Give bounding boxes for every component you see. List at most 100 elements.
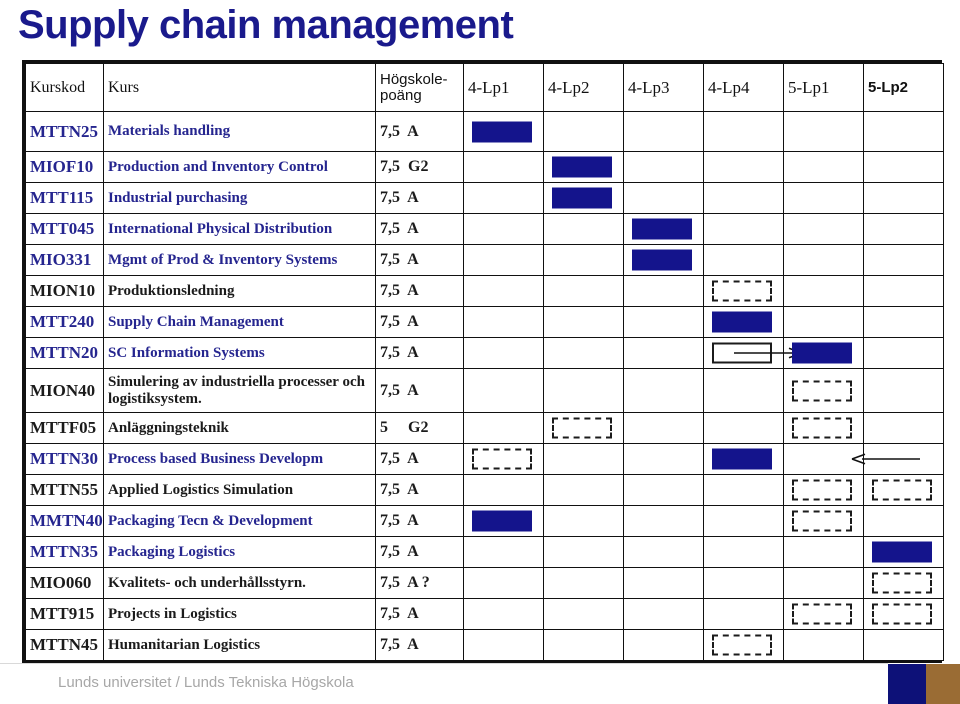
cell-period-slot[interactable] <box>463 567 544 599</box>
cell-period-slot[interactable] <box>623 337 704 369</box>
cell-period-slot[interactable] <box>623 306 704 338</box>
cell-period-slot[interactable] <box>463 443 544 475</box>
cell-period-slot[interactable] <box>623 629 704 661</box>
cell-period-slot[interactable] <box>543 368 624 413</box>
cell-period-slot[interactable] <box>703 412 784 444</box>
cell-period-slot[interactable] <box>863 337 944 369</box>
cell-period-slot[interactable] <box>863 244 944 276</box>
cell-period-slot[interactable] <box>543 213 624 245</box>
cell-period-slot[interactable] <box>543 182 624 214</box>
cell-period-slot[interactable] <box>703 474 784 506</box>
cell-period-slot[interactable] <box>543 536 624 568</box>
cell-period-slot[interactable] <box>543 275 624 307</box>
cell-period-slot[interactable] <box>703 182 784 214</box>
cell-period-slot[interactable] <box>863 474 944 506</box>
cell-period-slot[interactable] <box>863 306 944 338</box>
cell-period-slot[interactable] <box>623 182 704 214</box>
cell-period-slot[interactable] <box>783 474 864 506</box>
cell-period-slot[interactable] <box>543 505 624 537</box>
cell-period-slot[interactable] <box>623 151 704 183</box>
cell-period-slot[interactable] <box>463 182 544 214</box>
cell-period-slot[interactable] <box>703 368 784 413</box>
cell-period-slot[interactable] <box>623 111 704 152</box>
cell-period-slot[interactable] <box>783 412 864 444</box>
cell-period-slot[interactable] <box>703 443 784 475</box>
cell-period-slot[interactable] <box>783 505 864 537</box>
cell-period-slot[interactable] <box>623 567 704 599</box>
cell-period-slot[interactable] <box>623 368 704 413</box>
cell-period-slot[interactable] <box>783 111 864 152</box>
cell-period-slot[interactable] <box>543 598 624 630</box>
cell-period-slot[interactable] <box>463 244 544 276</box>
cell-period-slot[interactable] <box>463 412 544 444</box>
cell-period-slot[interactable] <box>783 244 864 276</box>
cell-period-slot[interactable] <box>463 368 544 413</box>
cell-period-slot[interactable] <box>863 151 944 183</box>
cell-period-slot[interactable] <box>703 244 784 276</box>
cell-period-slot[interactable] <box>623 598 704 630</box>
cell-period-slot[interactable] <box>863 182 944 214</box>
cell-period-slot[interactable] <box>463 337 544 369</box>
cell-period-slot[interactable] <box>863 629 944 661</box>
cell-period-slot[interactable] <box>463 151 544 183</box>
cell-period-slot[interactable] <box>863 567 944 599</box>
cell-period-slot[interactable] <box>783 213 864 245</box>
cell-period-slot[interactable] <box>783 151 864 183</box>
cell-period-slot[interactable] <box>463 213 544 245</box>
cell-period-slot[interactable] <box>463 275 544 307</box>
cell-period-slot[interactable] <box>463 111 544 152</box>
cell-period-slot[interactable] <box>703 598 784 630</box>
cell-period-slot[interactable] <box>863 598 944 630</box>
cell-period-slot[interactable] <box>703 213 784 245</box>
cell-period-slot[interactable] <box>783 368 864 413</box>
cell-period-slot[interactable] <box>543 567 624 599</box>
cell-period-slot[interactable] <box>463 598 544 630</box>
cell-period-slot[interactable] <box>703 275 784 307</box>
cell-period-slot[interactable] <box>783 337 864 369</box>
cell-period-slot[interactable] <box>623 412 704 444</box>
cell-period-slot[interactable] <box>623 505 704 537</box>
cell-period-slot[interactable] <box>543 111 624 152</box>
cell-period-slot[interactable] <box>543 244 624 276</box>
cell-period-slot[interactable] <box>703 111 784 152</box>
cell-period-slot[interactable] <box>623 474 704 506</box>
cell-period-slot[interactable] <box>543 629 624 661</box>
cell-period-slot[interactable] <box>703 337 803 369</box>
cell-period-slot[interactable] <box>783 598 864 630</box>
cell-period-slot[interactable] <box>703 629 784 661</box>
cell-period-slot[interactable] <box>783 629 864 661</box>
cell-period-slot[interactable] <box>703 567 784 599</box>
cell-period-slot[interactable] <box>863 412 944 444</box>
cell-period-slot[interactable] <box>863 275 944 307</box>
cell-period-slot[interactable] <box>783 275 864 307</box>
cell-period-slot[interactable] <box>463 505 544 537</box>
cell-period-slot[interactable] <box>463 474 544 506</box>
cell-period-slot[interactable] <box>703 505 784 537</box>
cell-period-slot[interactable] <box>863 368 944 413</box>
cell-period-slot[interactable] <box>623 213 704 245</box>
cell-period-slot[interactable] <box>623 536 704 568</box>
cell-period-slot[interactable] <box>623 244 704 276</box>
cell-period-slot[interactable] <box>863 536 944 568</box>
cell-period-slot[interactable] <box>543 151 624 183</box>
cell-period-slot[interactable] <box>543 474 624 506</box>
cell-period-slot[interactable] <box>543 412 624 444</box>
cell-period-slot[interactable] <box>543 306 624 338</box>
cell-period-slot[interactable] <box>463 536 544 568</box>
cell-period-slot[interactable] <box>863 505 944 537</box>
cell-period-slot[interactable] <box>783 443 920 475</box>
cell-period-slot[interactable] <box>863 213 944 245</box>
cell-period-slot[interactable] <box>463 306 544 338</box>
cell-period-slot[interactable] <box>863 443 944 475</box>
cell-period-slot[interactable] <box>543 443 624 475</box>
cell-period-slot[interactable] <box>783 306 864 338</box>
cell-period-slot[interactable] <box>623 275 704 307</box>
cell-period-slot[interactable] <box>783 567 864 599</box>
cell-period-slot[interactable] <box>783 182 864 214</box>
cell-period-slot[interactable] <box>703 151 784 183</box>
cell-period-slot[interactable] <box>703 536 784 568</box>
cell-period-slot[interactable] <box>783 536 864 568</box>
cell-period-slot[interactable] <box>863 111 944 152</box>
cell-period-slot[interactable] <box>703 306 784 338</box>
cell-period-slot[interactable] <box>463 629 544 661</box>
